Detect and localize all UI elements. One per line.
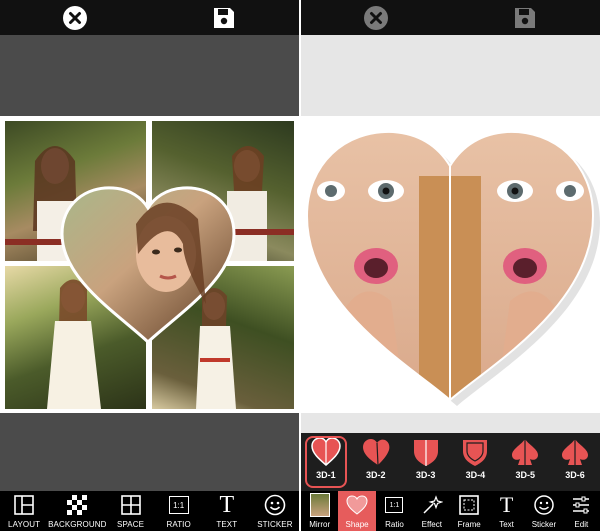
canvas-margin-top bbox=[301, 35, 600, 116]
shape-label: 3D-5 bbox=[515, 470, 535, 480]
save-icon[interactable] bbox=[511, 4, 539, 32]
shape-label: Shape bbox=[345, 520, 369, 529]
text-label: Text bbox=[499, 520, 514, 529]
space-button[interactable]: SPACE bbox=[106, 491, 154, 531]
sticker-button[interactable]: STICKER bbox=[251, 491, 299, 531]
text-button[interactable]: T TEXT bbox=[203, 491, 251, 531]
spade-icon bbox=[512, 439, 539, 465]
shape-3d-2[interactable]: 3D-2 bbox=[351, 433, 401, 491]
photo-collage[interactable] bbox=[0, 116, 299, 413]
ratio-glyph: 1:1 bbox=[385, 497, 404, 513]
layout-icon bbox=[13, 493, 35, 517]
canvas-margin-bottom bbox=[0, 413, 299, 491]
shape-label: 3D-2 bbox=[365, 470, 386, 480]
mirror-button[interactable]: Mirror bbox=[301, 491, 338, 531]
frame-label: Frame bbox=[457, 520, 481, 529]
shield-icon bbox=[413, 440, 438, 466]
shape-3d-4[interactable]: 3D-4 bbox=[450, 433, 500, 491]
text-glyph: T bbox=[219, 492, 235, 518]
heart-shape-icon bbox=[345, 493, 369, 517]
canvas-area bbox=[301, 116, 600, 413]
shape-3d-6[interactable]: 3D-6 bbox=[550, 433, 600, 491]
text-label: TEXT bbox=[216, 520, 238, 529]
mirror-label: Mirror bbox=[309, 520, 331, 529]
heart-mirror-image[interactable] bbox=[301, 116, 600, 413]
close-icon[interactable] bbox=[362, 4, 390, 32]
close-icon[interactable] bbox=[61, 4, 89, 32]
shape-editor-panel: 3D-1 3D-2 3D-3 3D-4 3D-5 3D-6 Mirror Sha… bbox=[301, 0, 600, 531]
shape-label: 3D-6 bbox=[565, 470, 585, 480]
effect-label: Effect bbox=[421, 520, 442, 529]
smiley-icon bbox=[533, 493, 555, 517]
grid-icon bbox=[120, 493, 142, 517]
ratio-button[interactable]: 1:1 RATIO bbox=[155, 491, 203, 531]
selection-outline bbox=[305, 436, 347, 488]
heart-photo-frame[interactable] bbox=[58, 184, 238, 346]
effect-button[interactable]: Effect bbox=[413, 491, 450, 531]
canvas-margin-bottom bbox=[301, 413, 600, 433]
background-label: BACKGROUND bbox=[48, 520, 107, 529]
checker-icon bbox=[66, 493, 88, 517]
text-icon: T bbox=[219, 493, 234, 517]
shape-picker: 3D-1 3D-2 3D-3 3D-4 3D-5 3D-6 bbox=[301, 433, 600, 491]
collage-editor-panel: LAYOUT BACKGROUND SPACE 1:1 RATIO T TEXT bbox=[0, 0, 299, 531]
edit-button[interactable]: Edit bbox=[563, 491, 600, 531]
save-icon[interactable] bbox=[210, 4, 238, 32]
heart-tilted-icon bbox=[362, 439, 390, 466]
shape-3d-1[interactable]: 3D-1 bbox=[301, 433, 351, 491]
space-label: SPACE bbox=[117, 520, 145, 529]
shape-label: 3D-4 bbox=[465, 470, 486, 480]
bottom-toolbar: LAYOUT BACKGROUND SPACE 1:1 RATIO T TEXT bbox=[0, 491, 299, 531]
layout-button[interactable]: LAYOUT bbox=[0, 491, 48, 531]
spade-alt-icon bbox=[562, 439, 589, 465]
sliders-icon bbox=[570, 493, 592, 517]
shape-label: 3D-3 bbox=[415, 470, 436, 480]
frame-icon bbox=[458, 493, 480, 517]
text-icon: T bbox=[500, 493, 513, 517]
ratio-label: RATIO bbox=[166, 520, 191, 529]
mirror-thumb-icon bbox=[309, 493, 330, 517]
shape-3d-3[interactable]: 3D-3 bbox=[401, 433, 451, 491]
ratio-icon: 1:1 bbox=[168, 493, 189, 517]
top-bar bbox=[301, 0, 600, 35]
layout-label: LAYOUT bbox=[8, 520, 41, 529]
shield-outline-icon bbox=[463, 440, 488, 466]
canvas-margin-top bbox=[0, 35, 299, 116]
sticker-button[interactable]: Sticker bbox=[525, 491, 562, 531]
bottom-toolbar: Mirror Shape 1:1 Ratio Effect Frame T Te… bbox=[301, 491, 600, 531]
shape-3d-5[interactable]: 3D-5 bbox=[500, 433, 550, 491]
sparkle-icon bbox=[421, 493, 443, 517]
text-button[interactable]: T Text bbox=[488, 491, 525, 531]
shape-button[interactable]: Shape bbox=[338, 491, 376, 531]
smiley-icon bbox=[264, 493, 286, 517]
top-bar bbox=[0, 0, 299, 35]
background-button[interactable]: BACKGROUND bbox=[48, 491, 106, 531]
text-glyph: T bbox=[499, 492, 514, 517]
ratio-label: Ratio bbox=[385, 520, 404, 529]
sticker-label: STICKER bbox=[257, 520, 293, 529]
ratio-icon: 1:1 bbox=[385, 493, 404, 517]
ratio-glyph: 1:1 bbox=[168, 496, 189, 514]
sticker-label: Sticker bbox=[531, 520, 557, 529]
ratio-button[interactable]: 1:1 Ratio bbox=[376, 491, 413, 531]
edit-label: Edit bbox=[574, 520, 589, 529]
frame-button[interactable]: Frame bbox=[451, 491, 488, 531]
